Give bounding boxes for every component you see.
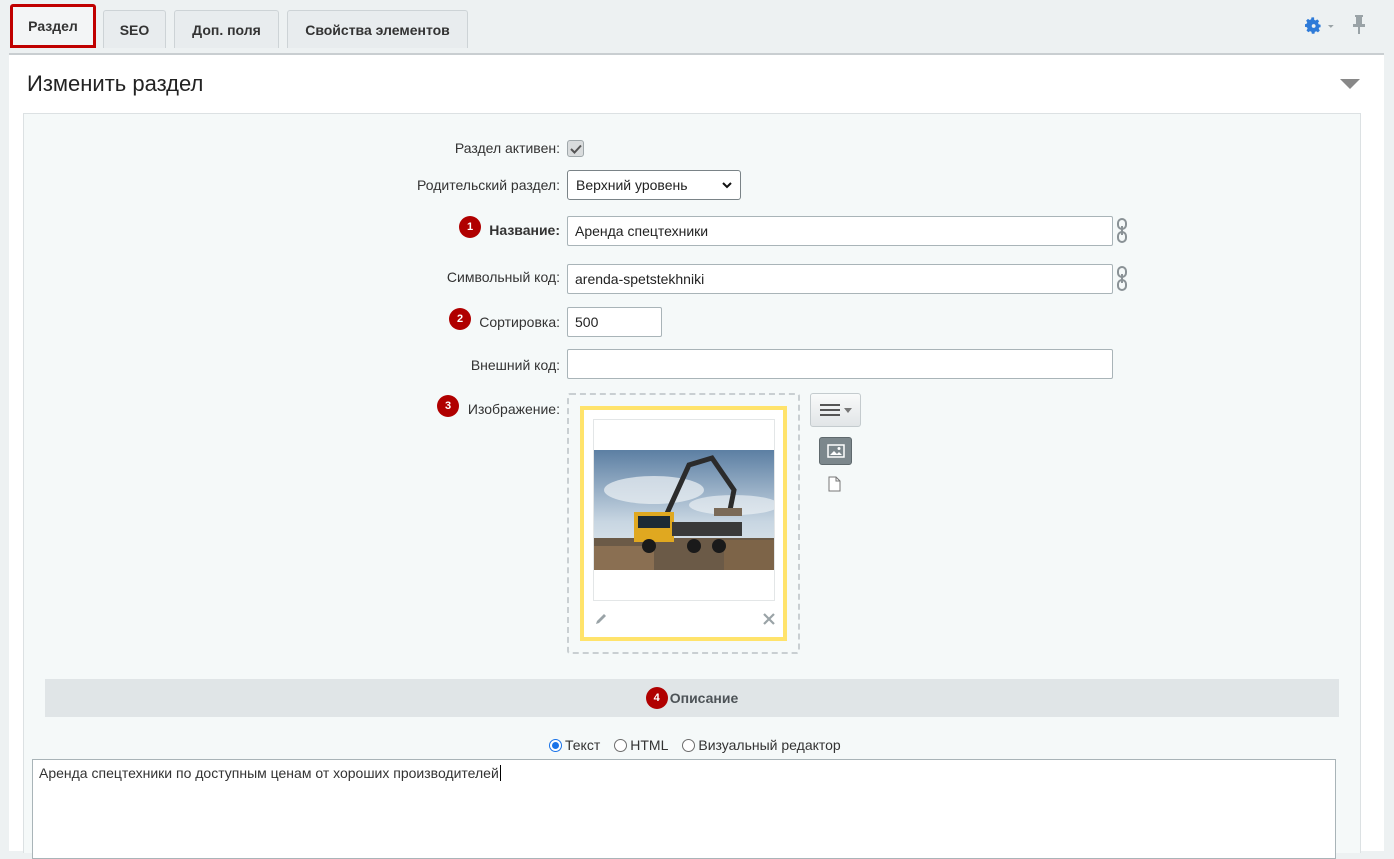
check-icon bbox=[569, 144, 582, 154]
tab-section[interactable]: Раздел bbox=[10, 4, 96, 48]
sort-label: Сортировка: bbox=[479, 314, 560, 330]
edit-panel: Изменить раздел Раздел активен: Родитель… bbox=[9, 53, 1384, 859]
pin-icon bbox=[1353, 15, 1365, 34]
active-label: Раздел активен: bbox=[454, 140, 560, 156]
tab-seo[interactable]: SEO bbox=[103, 10, 166, 48]
name-label: Название: bbox=[489, 222, 560, 238]
tab-element-properties[interactable]: Свойства элементов bbox=[287, 10, 468, 48]
menu-icon bbox=[819, 404, 840, 416]
close-icon[interactable] bbox=[763, 613, 775, 625]
mode-text-option[interactable]: Текст bbox=[549, 737, 600, 753]
mode-visual-label: Визуальный редактор bbox=[698, 737, 841, 753]
step-badge-1: 1 bbox=[459, 216, 481, 238]
chevron-down-icon bbox=[843, 407, 852, 413]
name-input[interactable]: Аренда спецтехники bbox=[567, 216, 1113, 246]
tab-extra-fields[interactable]: Доп. поля bbox=[174, 10, 279, 48]
chain-link-icon bbox=[1117, 218, 1127, 243]
settings-menu-button[interactable] bbox=[1305, 15, 1335, 37]
code-label: Символьный код: bbox=[446, 269, 560, 285]
collapse-triangle-icon[interactable] bbox=[1340, 79, 1360, 89]
description-mode-radio-group: Текст HTML Визуальный редактор bbox=[549, 730, 855, 760]
gear-icon bbox=[1305, 17, 1321, 34]
external-code-label: Внешний код: bbox=[470, 357, 560, 373]
image-preview-card[interactable] bbox=[580, 406, 787, 641]
code-input[interactable]: arenda-spetstekhniki bbox=[567, 264, 1113, 294]
file-icon bbox=[828, 476, 841, 492]
mode-text-radio[interactable] bbox=[549, 738, 562, 752]
mode-visual-radio[interactable] bbox=[682, 738, 696, 752]
description-text: Аренда спецтехники по доступным ценам от… bbox=[39, 765, 499, 781]
parent-section-value: Верхний уровень bbox=[576, 177, 688, 193]
image-mode-button[interactable] bbox=[819, 437, 852, 465]
image-icon bbox=[826, 444, 845, 458]
description-textarea[interactable]: Аренда спецтехники по доступным ценам от… bbox=[32, 759, 1336, 859]
file-mode-button[interactable] bbox=[828, 476, 844, 494]
mode-html-label: HTML bbox=[630, 737, 669, 753]
parent-section-label: Родительский раздел: bbox=[417, 177, 560, 193]
image-label: Изображение: bbox=[467, 401, 560, 417]
page-title: Изменить раздел bbox=[27, 71, 204, 96]
description-title: Описание bbox=[669, 690, 739, 706]
chain-link-icon bbox=[1117, 266, 1127, 291]
transliterate-link-button[interactable] bbox=[1116, 266, 1128, 292]
image-options-menu-button[interactable] bbox=[810, 393, 861, 427]
chevron-down-icon bbox=[1328, 25, 1335, 28]
image-preview-frame bbox=[593, 419, 775, 601]
sort-input[interactable]: 500 bbox=[567, 307, 662, 337]
parent-section-select[interactable]: Верхний уровень bbox=[567, 170, 741, 200]
active-checkbox[interactable] bbox=[567, 140, 584, 157]
pin-button[interactable] bbox=[1352, 14, 1372, 40]
mode-text-label: Текст bbox=[565, 737, 601, 753]
tab-bar: Раздел SEO Доп. поля Свойства элементов bbox=[0, 0, 1394, 54]
step-badge-4: 4 bbox=[645, 687, 668, 709]
step-badge-2: 2 bbox=[449, 308, 471, 330]
uploaded-image bbox=[594, 450, 774, 570]
step-badge-3: 3 bbox=[437, 395, 459, 417]
mode-html-option[interactable]: HTML bbox=[614, 737, 668, 753]
mode-visual-option[interactable]: Визуальный редактор bbox=[682, 737, 841, 753]
external-code-input[interactable] bbox=[567, 349, 1113, 379]
transliterate-link-button[interactable] bbox=[1116, 218, 1128, 244]
mode-html-radio[interactable] bbox=[614, 738, 628, 752]
description-section-header: 4 Описание bbox=[45, 679, 1339, 717]
pencil-icon[interactable] bbox=[594, 612, 608, 626]
chevron-down-icon bbox=[722, 181, 732, 188]
